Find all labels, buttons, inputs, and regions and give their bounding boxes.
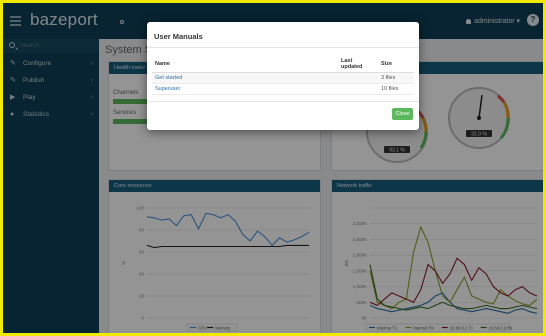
dialog-title: User Manuals: [154, 32, 203, 41]
manual-size: 10 files: [378, 83, 414, 95]
column-header-name: Name: [152, 56, 338, 73]
table-row: Get started 3 files: [152, 72, 414, 84]
table-header-row: Name Last updated Size: [152, 56, 414, 73]
table-row: Superuser 10 files: [152, 83, 414, 95]
manual-link-get-started[interactable]: Get started: [152, 72, 338, 84]
manual-size: 3 files: [378, 72, 414, 84]
column-header-size: Size: [378, 56, 414, 73]
manuals-table: Name Last updated Size Get started 3 fil…: [152, 56, 414, 95]
column-header-updated: Last updated: [338, 56, 378, 73]
app-window: System Sta Health overv Channels Service…: [0, 0, 546, 336]
manual-link-superuser[interactable]: Superuser: [152, 83, 338, 95]
manual-updated: [338, 83, 378, 95]
divider: [147, 101, 419, 102]
divider: [147, 47, 419, 48]
manual-updated: [338, 72, 378, 84]
close-button[interactable]: Close: [392, 108, 413, 120]
user-manuals-dialog: User Manuals Name Last updated Size Get …: [147, 22, 419, 130]
